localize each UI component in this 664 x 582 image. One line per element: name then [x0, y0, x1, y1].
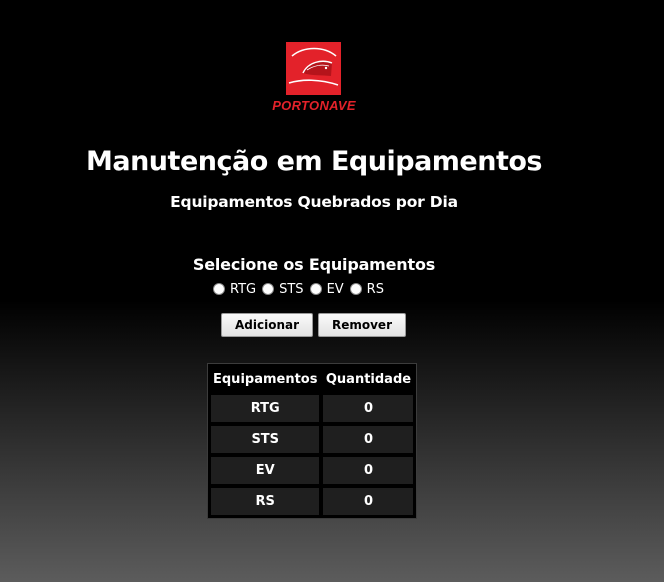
radio-label: RS: [366, 281, 384, 297]
radio-button[interactable]: [309, 283, 322, 295]
add-button[interactable]: Adicionar: [221, 313, 313, 337]
selection-label: Selecione os Equipamentos: [192, 255, 436, 274]
portonave-logo: PORTONAVE: [269, 40, 359, 116]
radio-label: RTG: [230, 281, 257, 297]
equipment-table: Equipamentos Quantidade RTG 0 STS 0 EV 0…: [207, 363, 418, 519]
quantity-cell: 0: [322, 456, 415, 485]
column-header-quantity: Quantidade: [322, 366, 415, 392]
table-row: EV 0: [210, 456, 415, 485]
quantity-cell: 0: [322, 394, 415, 423]
radio-button[interactable]: [213, 283, 225, 295]
page-subtitle: Equipamentos Quebrados por Dia: [170, 193, 458, 211]
remove-button[interactable]: Remover: [318, 313, 406, 337]
radio-label: EV: [326, 281, 344, 297]
logo-text: PORTONAVE: [272, 98, 356, 113]
equipment-cell: RTG: [210, 394, 321, 423]
table-row: RTG 0: [210, 394, 415, 423]
radio-option-sts[interactable]: STS: [262, 281, 304, 297]
radio-button[interactable]: [349, 283, 362, 295]
table-row: STS 0: [210, 425, 415, 454]
equipment-cell: RS: [210, 487, 321, 516]
action-buttons: Adicionar Remover: [221, 313, 406, 337]
equipment-radio-group: RTG STS EV RS: [213, 280, 390, 298]
radio-option-rs[interactable]: RS: [349, 281, 384, 297]
ship-icon: [286, 42, 341, 95]
column-header-equipment: Equipamentos: [210, 366, 321, 392]
quantity-cell: 0: [322, 487, 415, 516]
table-header-row: Equipamentos Quantidade: [210, 366, 415, 392]
equipment-cell: EV: [210, 456, 321, 485]
radio-option-ev[interactable]: EV: [309, 281, 344, 297]
radio-label: STS: [279, 281, 304, 297]
page-title: Manutenção em Equipamentos: [86, 146, 542, 177]
radio-button[interactable]: [262, 283, 275, 295]
quantity-cell: 0: [322, 425, 415, 454]
radio-option-rtg[interactable]: RTG: [213, 282, 256, 297]
equipment-cell: STS: [210, 425, 321, 454]
table-row: RS 0: [210, 487, 415, 516]
